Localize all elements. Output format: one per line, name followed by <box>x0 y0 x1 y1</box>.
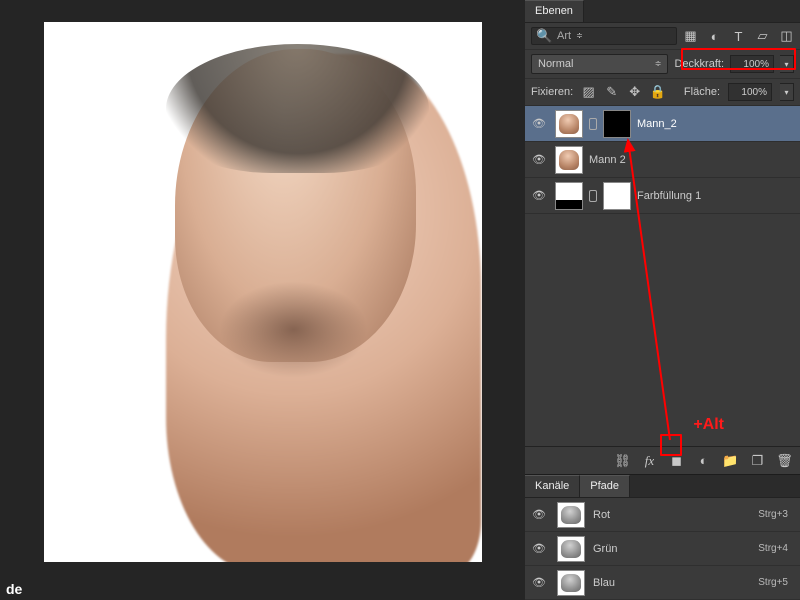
channel-thumbnail <box>557 570 585 596</box>
filter-icons: ▦ ◐ T ▱ ◫ <box>683 29 794 44</box>
channel-name: Blau <box>593 577 615 589</box>
channels-panel: Kanäle Pfade 👁 Rot Strg+3 👁 Grün Strg+4 … <box>525 474 800 600</box>
mask-thumbnail[interactable] <box>603 182 631 210</box>
new-layer-icon[interactable]: ❐ <box>750 453 765 468</box>
shape-filter-icon[interactable]: ▱ <box>755 29 770 44</box>
channel-row[interactable]: 👁 Blau Strg+5 <box>525 566 800 600</box>
document-canvas[interactable] <box>44 22 482 562</box>
mask-link-icon[interactable] <box>589 118 597 130</box>
chevron-updown-icon: ≑ <box>576 32 583 40</box>
visibility-icon[interactable]: 👁 <box>529 189 549 202</box>
layer-row[interactable]: 👁 Mann_2 <box>525 106 800 142</box>
visibility-icon[interactable]: 👁 <box>529 508 549 521</box>
filter-type-label: Art <box>557 30 571 42</box>
image-filter-icon[interactable]: ▦ <box>683 29 698 44</box>
tab-layers[interactable]: Ebenen <box>525 0 584 22</box>
layer-name[interactable]: Mann 2 <box>589 154 626 166</box>
opacity-label: Deckkraft: <box>674 58 724 70</box>
chevron-updown-icon: ≑ <box>655 60 662 68</box>
mask-link-icon[interactable] <box>589 190 597 202</box>
layer-row[interactable]: 👁 Farbfüllung 1 <box>525 178 800 214</box>
visibility-icon[interactable]: 👁 <box>529 117 549 130</box>
trash-icon[interactable]: 🗑 <box>777 453 792 468</box>
channel-row[interactable]: 👁 Rot Strg+3 <box>525 498 800 532</box>
channel-thumbnail <box>557 502 585 528</box>
lock-position-icon[interactable]: ✥ <box>627 85 642 100</box>
panel-tabs: Ebenen <box>525 0 800 23</box>
adjustment-icon[interactable]: ◐ <box>696 453 711 468</box>
add-mask-icon[interactable]: ◼ <box>669 453 684 468</box>
opacity-input[interactable]: 100% <box>730 55 774 73</box>
annotation-alt: +Alt <box>693 416 724 434</box>
layer-row[interactable]: 👁 Mann 2 <box>525 142 800 178</box>
type-filter-icon[interactable]: T <box>731 29 746 44</box>
photo-content <box>44 22 482 562</box>
smartobj-filter-icon[interactable]: ◫ <box>779 29 794 44</box>
layer-name[interactable]: Mann_2 <box>637 118 677 130</box>
lock-pixels-icon[interactable]: ✎ <box>604 85 619 100</box>
tab-channels[interactable]: Kanäle <box>525 475 580 497</box>
group-icon[interactable]: 📁 <box>723 453 738 468</box>
channel-shortcut: Strg+5 <box>758 577 796 588</box>
channel-name: Grün <box>593 543 617 555</box>
watermark: de <box>0 578 28 600</box>
channel-row[interactable]: 👁 Grün Strg+4 <box>525 532 800 566</box>
fill-flyout[interactable]: ▾ <box>780 83 794 101</box>
layer-thumbnail[interactable] <box>555 110 583 138</box>
visibility-icon[interactable]: 👁 <box>529 542 549 555</box>
search-icon: 🔍 <box>537 29 552 44</box>
lock-transparency-icon[interactable]: ▨ <box>581 85 596 100</box>
lock-label: Fixieren: <box>531 86 573 98</box>
layers-panel: Ebenen 🔍 Art ≑ ▦ ◐ T ▱ ◫ Normal ≑ Deckkr… <box>525 0 800 600</box>
fill-label: Fläche: <box>684 86 720 98</box>
canvas-area <box>0 0 525 600</box>
layer-thumbnail[interactable] <box>555 146 583 174</box>
channel-shortcut: Strg+3 <box>758 509 796 520</box>
blend-mode-select[interactable]: Normal ≑ <box>531 54 668 74</box>
mask-thumbnail[interactable] <box>603 110 631 138</box>
fill-input[interactable]: 100% <box>728 83 772 101</box>
visibility-icon[interactable]: 👁 <box>529 153 549 166</box>
layer-filter-search[interactable]: 🔍 Art ≑ <box>531 27 677 45</box>
lock-all-icon[interactable]: 🔒 <box>650 85 665 100</box>
adjustment-filter-icon[interactable]: ◐ <box>707 29 722 44</box>
layers-list: 👁 Mann_2 👁 Mann 2 👁 Farbfüllung 1 <box>525 106 800 214</box>
channel-thumbnail <box>557 536 585 562</box>
link-icon[interactable]: ⛓ <box>615 453 630 468</box>
layers-bottom-bar: ⛓ fx ◼ ◐ 📁 ❐ 🗑 <box>525 446 800 474</box>
channel-name: Rot <box>593 509 610 521</box>
tab-paths[interactable]: Pfade <box>580 475 630 497</box>
blend-mode-value: Normal <box>538 58 573 70</box>
fx-icon[interactable]: fx <box>642 453 657 468</box>
opacity-flyout[interactable]: ▾ <box>780 55 794 73</box>
fill-thumbnail[interactable] <box>555 182 583 210</box>
visibility-icon[interactable]: 👁 <box>529 576 549 589</box>
layer-name[interactable]: Farbfüllung 1 <box>637 190 701 202</box>
channel-shortcut: Strg+4 <box>758 543 796 554</box>
